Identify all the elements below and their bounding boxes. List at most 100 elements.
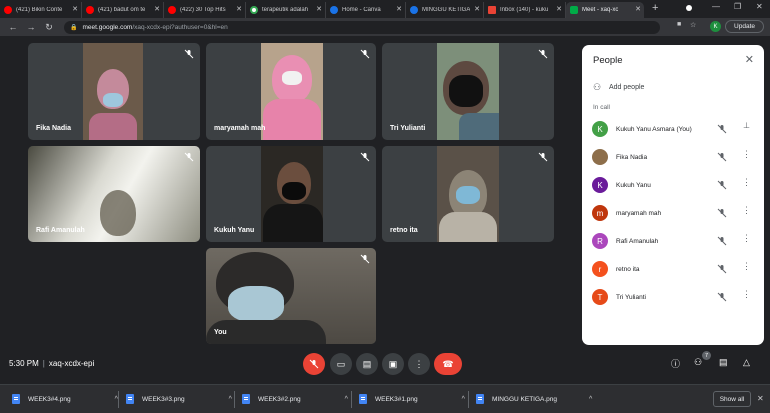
close-icon[interactable]: ✕ (396, 5, 402, 13)
more-options-icon: ⋮ (414, 358, 424, 369)
video-tile-retno-ita[interactable]: retno ita (382, 146, 554, 242)
mic-off-icon (717, 124, 727, 134)
hang-up-icon: ☎ (442, 358, 454, 369)
people-panel: People ✕ ⚇ Add people In call K Kukuh Ya… (582, 45, 764, 345)
more-options-icon[interactable]: ⋮ (742, 177, 751, 188)
info-icon[interactable]: ⓘ (671, 357, 680, 370)
browser-tab-strip: (421) Bikin Conte ✕ (421) badut om te ✕ … (0, 0, 770, 18)
video-grid: Fika Nadia maryamah mah Tri Yulianti Raf… (0, 36, 580, 346)
tab-canva[interactable]: Home - Canva ✕ (326, 2, 406, 18)
avatar: K (592, 121, 608, 137)
forward-icon[interactable]: → (26, 22, 36, 32)
close-icon[interactable]: ✕ (72, 5, 78, 13)
video-tile-fika-nadia[interactable]: Fika Nadia (28, 43, 200, 140)
chevron-up-icon[interactable]: ^ (589, 396, 592, 403)
more-options-icon[interactable]: ⋮ (742, 233, 751, 244)
download-item[interactable]: WEEK3#2.png ^ (242, 391, 348, 407)
camera-icon[interactable]: ■ (677, 21, 681, 28)
meet-icon (570, 6, 578, 14)
tab-inbox[interactable]: Inbox (140) - kuku ✕ (484, 2, 566, 18)
tab-badut[interactable]: (421) badut om te ✕ (82, 2, 164, 18)
tab-bikin-conte[interactable]: (421) Bikin Conte ✕ (0, 2, 82, 18)
chevron-up-icon[interactable]: ^ (462, 396, 465, 403)
video-tile-kukuh-yanu[interactable]: Kukuh Yanu (206, 146, 376, 242)
download-item[interactable]: WEEK3#3.png ^ (126, 391, 232, 407)
media-control-icon[interactable] (686, 5, 692, 11)
more-options-icon[interactable]: ⋮ (742, 205, 751, 216)
participant-count-badge: 7 (702, 351, 711, 360)
close-icon[interactable]: ✕ (474, 5, 480, 13)
maximize-icon[interactable]: ❐ (734, 2, 741, 11)
download-item[interactable]: WEEK3#4.png ^ (12, 391, 118, 407)
tab-title: (421) badut om te (98, 7, 146, 13)
present-button[interactable]: ▣ (382, 353, 404, 375)
chevron-up-icon[interactable]: ^ (229, 396, 232, 403)
captions-button[interactable]: ▤ (356, 353, 378, 375)
participant-row[interactable]: Fika Nadia ⋮ (592, 147, 754, 167)
new-tab-button[interactable]: + (652, 2, 658, 18)
profile-avatar[interactable]: K (710, 21, 721, 32)
minimize-icon[interactable]: — (712, 2, 720, 11)
downloads-bar: WEEK3#4.png ^ WEEK3#3.png ^ WEEK3#2.png … (0, 384, 770, 413)
close-icon[interactable]: ✕ (556, 5, 562, 13)
video-feed (261, 43, 323, 140)
tab-top-hits[interactable]: (422) 30 Top Hits ✕ (164, 2, 246, 18)
close-icon[interactable]: ✕ (316, 5, 322, 13)
mic-off-icon (717, 292, 727, 302)
more-options-icon[interactable]: ⋮ (742, 149, 751, 160)
more-options-button[interactable]: ⋮ (408, 353, 430, 375)
star-icon[interactable]: ☆ (690, 21, 696, 29)
url-field[interactable]: 🔒 meet.google.com/xaq-xcdx-epi?authuser=… (64, 20, 660, 34)
mic-off-button[interactable] (303, 353, 325, 375)
url-host: meet.google.com (82, 23, 133, 31)
video-tile-maryamah-mah[interactable]: maryamah mah (206, 43, 376, 140)
chat-icon[interactable]: ▤ (719, 357, 728, 368)
participant-name: Fika Nadia (36, 125, 72, 132)
close-icon[interactable]: ✕ (757, 394, 764, 403)
tab-minggu-ketiga[interactable]: MINGGU KETIGA ✕ (406, 2, 484, 18)
participant-row[interactable]: R Rafi Amanulah ⋮ (592, 231, 754, 251)
close-icon[interactable]: ✕ (236, 5, 242, 13)
participant-row[interactable]: K Kukuh Yanu Asmara (You) ⊥ (592, 119, 754, 139)
video-tile-you[interactable]: You (206, 248, 376, 344)
participant-row[interactable]: m maryamah mah ⋮ (592, 203, 754, 223)
tab-meet[interactable]: Meet - xaq-xc ✕ (566, 2, 644, 18)
back-icon[interactable]: ← (8, 22, 18, 32)
participant-name: retno ita (390, 227, 418, 234)
more-options-icon[interactable]: ⋮ (742, 261, 751, 272)
more-options-icon[interactable]: ⋮ (742, 289, 751, 300)
mic-off-icon (360, 254, 370, 264)
mic-off-icon (360, 49, 370, 59)
add-person-icon: ⚇ (593, 82, 602, 92)
gmail-icon (488, 6, 496, 14)
participant-row[interactable]: r retno ita ⋮ (592, 259, 754, 279)
meeting-code: xaq-xcdx-epi (48, 359, 95, 368)
video-tile-rafi-amanulah[interactable]: Rafi Amanulah (28, 146, 200, 242)
chevron-up-icon[interactable]: ^ (345, 396, 348, 403)
avatar (592, 149, 608, 165)
close-icon[interactable]: ✕ (745, 53, 754, 66)
activities-icon[interactable]: △ (743, 357, 750, 368)
update-button[interactable]: Update (725, 20, 764, 33)
download-item[interactable]: MINGGU KETIGA.png ^ (476, 391, 592, 407)
video-feed (437, 146, 499, 242)
video-tile-tri-yulianti[interactable]: Tri Yulianti (382, 43, 554, 140)
participant-row[interactable]: T Tri Yulianti ⋮ (592, 287, 754, 307)
people-icon[interactable]: ⚇ (694, 357, 702, 368)
participant-row[interactable]: K Kukuh Yanu ⋮ (592, 175, 754, 195)
add-people-button[interactable]: ⚇ Add people (593, 82, 644, 93)
file-icon (126, 394, 134, 404)
captions-icon: ▤ (362, 358, 372, 369)
show-all-button[interactable]: Show all (713, 391, 751, 407)
download-item[interactable]: WEEK3#1.png ^ (359, 391, 465, 407)
participant-name: You (214, 329, 227, 336)
pin-icon[interactable]: ⊥ (743, 121, 750, 130)
tab-terapeutik[interactable]: terapeutik adalah ✕ (246, 2, 326, 18)
leave-call-button[interactable]: ☎ (434, 353, 462, 375)
close-icon[interactable]: ✕ (154, 5, 160, 13)
close-icon[interactable]: ✕ (635, 5, 641, 13)
mic-off-icon (717, 208, 727, 218)
camera-button[interactable]: ▭ (330, 353, 352, 375)
close-window-icon[interactable]: ✕ (756, 2, 763, 11)
reload-icon[interactable]: ↻ (44, 22, 54, 33)
